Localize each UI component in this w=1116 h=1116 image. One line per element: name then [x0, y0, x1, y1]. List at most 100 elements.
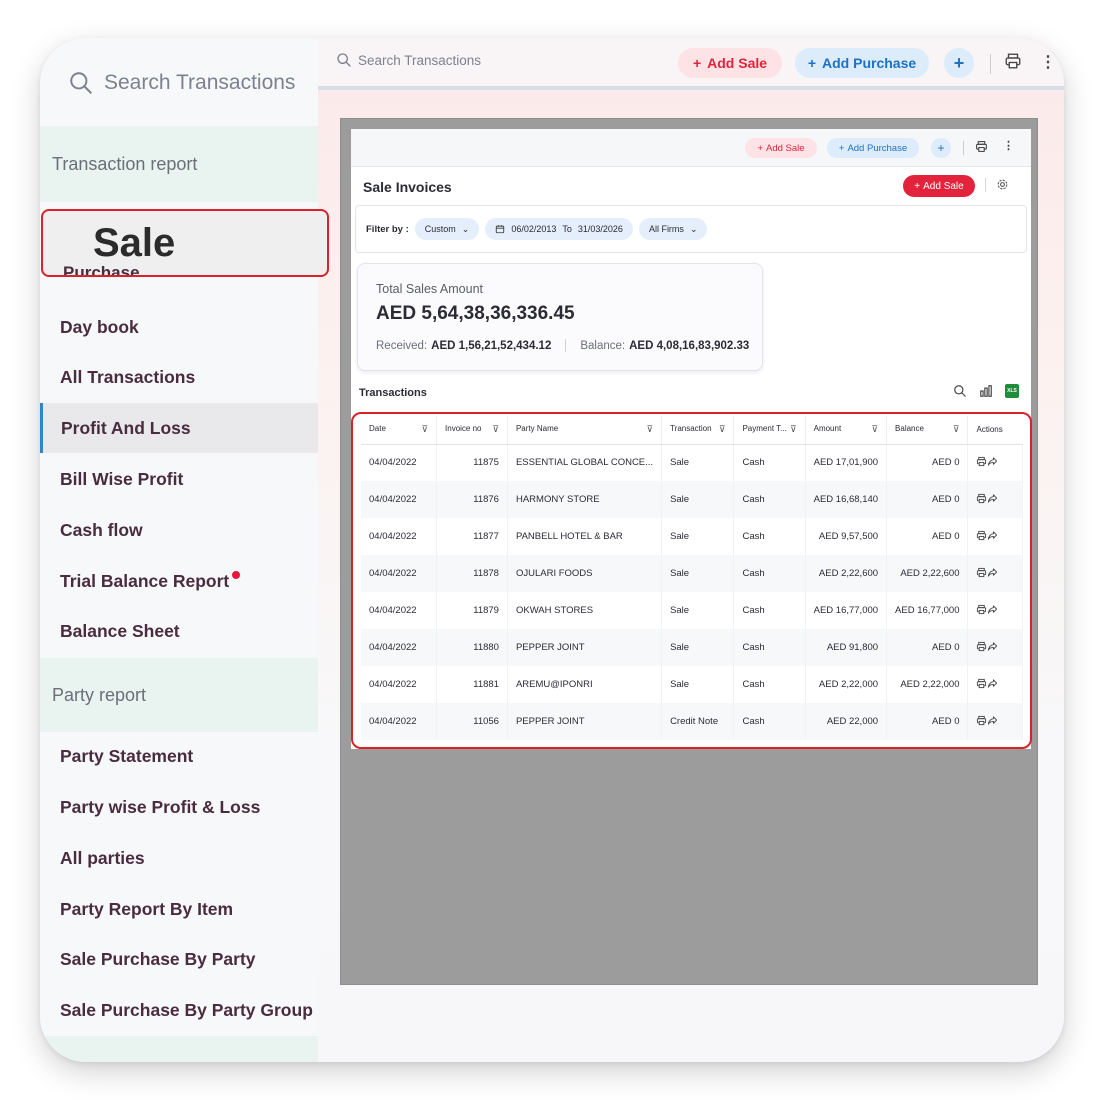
share-icon[interactable] — [987, 715, 998, 729]
cell-balance: AED 0 — [886, 703, 969, 740]
sidebar-item-bill-wise-profit[interactable]: Bill Wise Profit — [40, 454, 318, 504]
bar-chart-icon[interactable] — [979, 384, 993, 398]
sidebar-item-profit-and-loss[interactable]: Profit And Loss — [40, 403, 318, 453]
share-icon[interactable] — [987, 457, 998, 470]
plus-icon: + — [757, 142, 763, 154]
printer-icon[interactable] — [976, 715, 987, 729]
total-sales-label: Total Sales Amount — [376, 282, 484, 296]
sidebar-item-all-parties[interactable]: All parties — [40, 833, 318, 883]
date-range-picker[interactable]: 06/02/2013 To 31/03/2026 — [485, 218, 633, 240]
sidebar-search[interactable]: Search Transactions — [40, 38, 318, 128]
column-header-transaction[interactable]: Transaction ⊽ — [661, 416, 735, 445]
share-icon[interactable] — [987, 604, 998, 618]
cell-actions — [967, 592, 1023, 629]
sidebar-item-day-book[interactable]: Day book — [40, 302, 318, 352]
gear-icon[interactable] — [996, 178, 1009, 191]
table-row[interactable]: 04/04/2022 11056 PEPPER JOINT Credit Note Ca… — [361, 703, 1023, 740]
filter-icon[interactable]: ⊽ — [492, 424, 499, 435]
top-toolbar: Search Transactions + Add Sale + Add Purch… — [318, 38, 1064, 90]
inner-add-more-button[interactable]: + — [931, 138, 951, 158]
cell-invoice: 11056 — [436, 703, 508, 740]
filter-icon[interactable]: ⊽ — [953, 424, 960, 435]
share-icon[interactable] — [987, 641, 998, 655]
table-row[interactable]: 04/04/2022 11876 HARMONY STORE Sale Cash AED … — [361, 481, 1023, 518]
cell-party: OKWAH STORES — [507, 592, 663, 629]
share-icon[interactable] — [987, 530, 998, 544]
sidebar-item-all-transactions[interactable]: All Transactions — [40, 352, 318, 402]
column-header-balance-label: Balance — [895, 424, 924, 434]
cell-invoice: 11876 — [436, 481, 508, 518]
cell-payment: Cash — [733, 518, 806, 555]
sidebar-item-sale-highlighted[interactable]: Sale Purchase — [41, 209, 329, 277]
excel-export-icon[interactable]: XLS — [1005, 384, 1019, 398]
column-header-amount-label: Amount — [813, 424, 842, 434]
add-purchase-button[interactable]: + Add Purchase — [795, 48, 929, 78]
table-row[interactable]: 04/04/2022 11875 ESSENTIAL GLOBAL CONCE...… — [361, 444, 1023, 481]
table-row[interactable]: 04/04/2022 11881 AREMU@IPONRI Sale Cash AED 2… — [361, 666, 1023, 703]
report-sidebar: Search Transactions Transaction report D… — [40, 38, 318, 1062]
cell-invoice: 11878 — [436, 555, 508, 592]
app-window: Search Transactions Transaction report D… — [40, 38, 1064, 1062]
cell-date: 04/04/2022 — [361, 629, 438, 666]
printer-icon[interactable] — [976, 493, 987, 507]
firms-dropdown[interactable]: All Firms ⌄ — [638, 218, 708, 240]
notification-dot — [232, 571, 241, 579]
column-header-payment[interactable]: Payment T... ⊽ — [733, 416, 806, 445]
filter-icon[interactable]: ⊽ — [421, 424, 428, 435]
printer-icon[interactable] — [976, 456, 987, 470]
printer-icon[interactable] — [976, 567, 987, 581]
inner-add-purchase-button[interactable]: + Add Purchase — [827, 138, 919, 158]
sidebar-item-sale-purchase-by-party[interactable]: Sale Purchase By Party — [40, 934, 318, 984]
printer-icon[interactable] — [976, 641, 987, 655]
filter-icon[interactable]: ⊽ — [646, 424, 653, 435]
cell-transaction: Sale — [661, 555, 735, 592]
sidebar-item-party-wise-profit-loss[interactable]: Party wise Profit & Loss — [40, 782, 318, 832]
top-search[interactable]: Search Transactions — [336, 52, 481, 68]
sidebar-item-balance-sheet[interactable]: Balance Sheet — [40, 606, 318, 656]
column-header-balance[interactable]: Balance ⊽ — [886, 416, 969, 445]
table-row[interactable]: 04/04/2022 11877 PANBELL HOTEL & BAR Sale Ca… — [361, 518, 1023, 555]
share-icon[interactable] — [987, 567, 998, 581]
balance-label: Balance: — [580, 339, 626, 352]
sidebar-item-party-report-by-item[interactable]: Party Report By Item — [40, 884, 318, 934]
filter-icon[interactable]: ⊽ — [790, 424, 797, 435]
filter-icon[interactable]: ⊽ — [871, 424, 878, 435]
inner-add-sale-button[interactable]: + Add Sale — [745, 138, 817, 158]
period-dropdown[interactable]: Custom ⌄ — [414, 218, 480, 240]
table-row[interactable]: 04/04/2022 11878 OJULARI FOODS Sale Cash AED … — [361, 555, 1023, 592]
filter-icon[interactable]: ⊽ — [719, 424, 726, 435]
sidebar-item-sale-purchase-by-party-group[interactable]: Sale Purchase By Party Group — [40, 985, 318, 1035]
column-header-invoice[interactable]: Invoice no ⊽ — [436, 416, 508, 445]
transactions-table-highlight: Date ⊽ Invoice no ⊽ Party Name ⊽ Transactio… — [351, 412, 1032, 749]
printer-icon[interactable] — [1004, 52, 1022, 70]
table-row[interactable]: 04/04/2022 11879 OKWAH STORES Sale Cash AED 1… — [361, 592, 1023, 629]
table-body: 04/04/2022 11875 ESSENTIAL GLOBAL CONCE...… — [361, 444, 1023, 740]
table-row[interactable]: 04/04/2022 11880 PEPPER JOINT Sale Cash AED 9… — [361, 629, 1023, 666]
embedded-screenshot: + Add Sale + Add Purchase + ⋮ Sale Invoice… — [340, 118, 1038, 985]
plus-icon: + — [838, 142, 845, 154]
printer-icon[interactable] — [975, 140, 988, 153]
search-icon[interactable] — [953, 384, 967, 398]
more-options-icon[interactable]: ⋮ — [1040, 52, 1056, 72]
sidebar-item-cash-flow[interactable]: Cash flow — [40, 505, 318, 555]
sidebar-item-party-statement[interactable]: Party Statement — [40, 731, 318, 781]
calendar-icon — [496, 225, 505, 234]
more-options-icon[interactable]: ⋮ — [1003, 139, 1014, 152]
column-header-date[interactable]: Date ⊽ — [361, 416, 438, 445]
total-sales-amount: AED 5,64,38,36,336.45 — [376, 303, 575, 324]
primary-add-sale-button[interactable]: + Add Sale — [903, 175, 975, 197]
add-sale-button[interactable]: + Add Sale — [678, 48, 782, 78]
printer-icon[interactable] — [976, 530, 987, 544]
cell-amount: AED 9,57,500 — [805, 518, 888, 555]
printer-icon[interactable] — [976, 678, 987, 692]
cell-party: HARMONY STORE — [507, 481, 663, 518]
printer-icon[interactable] — [976, 604, 987, 618]
column-header-party[interactable]: Party Name ⊽ — [507, 416, 663, 445]
share-icon[interactable] — [987, 493, 998, 507]
column-header-amount[interactable]: Amount ⊽ — [805, 416, 888, 445]
add-more-button[interactable]: + — [944, 48, 974, 78]
sidebar-item-trial-balance[interactable]: Trial Balance Report — [40, 556, 318, 606]
share-icon[interactable] — [987, 678, 998, 692]
search-icon — [337, 53, 351, 67]
filter-label: Filter by : — [366, 223, 409, 235]
